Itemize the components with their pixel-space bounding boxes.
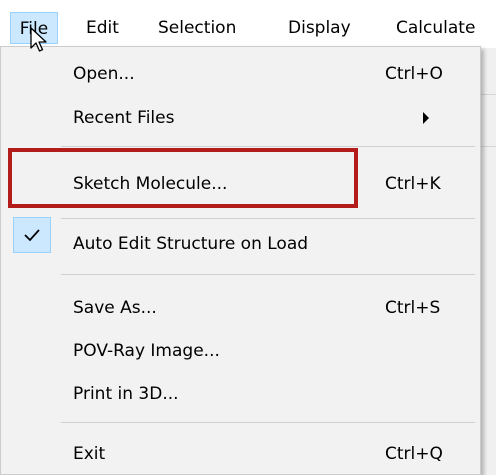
menu-item-label: Open... — [73, 64, 135, 84]
menu-item-shortcut: Ctrl+S — [385, 298, 441, 318]
menu-item-auto-edit-structure[interactable]: Auto Edit Structure on Load — [1, 223, 480, 265]
menu-item-label: Print in 3D... — [73, 384, 179, 404]
menu-separator — [61, 274, 475, 275]
menu-item-label: Exit — [73, 444, 106, 464]
menu-item-shortcut: Ctrl+O — [385, 64, 443, 84]
menu-item-povray-image[interactable]: POV-Ray Image... — [1, 330, 480, 372]
menu-bar: File Edit Selection Display Calculate — [0, 0, 496, 48]
menu-item-label: Save As... — [73, 298, 157, 318]
mouse-pointer-icon — [30, 27, 47, 52]
menu-separator — [61, 422, 475, 423]
menu-item-label: Recent Files — [73, 108, 175, 128]
menu-item-label: Auto Edit Structure on Load — [73, 234, 309, 254]
menu-item-label: Sketch Molecule... — [73, 174, 228, 194]
menu-item-open[interactable]: Open... Ctrl+O — [1, 53, 480, 95]
menu-item-shortcut: Ctrl+Q — [385, 444, 443, 464]
menu-item-recent-files[interactable]: Recent Files — [1, 97, 480, 139]
menu-separator — [61, 218, 475, 219]
menu-edit[interactable]: Edit — [86, 12, 119, 44]
menu-separator — [61, 146, 475, 147]
menu-item-print-3d[interactable]: Print in 3D... — [1, 373, 480, 415]
menu-item-exit[interactable]: Exit Ctrl+Q — [1, 433, 480, 475]
menu-calculate[interactable]: Calculate — [396, 12, 475, 44]
file-menu-dropdown: Open... Ctrl+O Recent Files Sketch Molec… — [0, 46, 481, 475]
menu-selection[interactable]: Selection — [158, 12, 236, 44]
chevron-right-icon — [423, 112, 429, 124]
menu-item-shortcut: Ctrl+K — [385, 174, 441, 194]
menu-item-sketch-molecule[interactable]: Sketch Molecule... Ctrl+K — [1, 163, 480, 205]
menu-item-label: POV-Ray Image... — [73, 341, 220, 361]
menu-item-save-as[interactable]: Save As... Ctrl+S — [1, 287, 480, 329]
menu-display[interactable]: Display — [288, 12, 351, 44]
